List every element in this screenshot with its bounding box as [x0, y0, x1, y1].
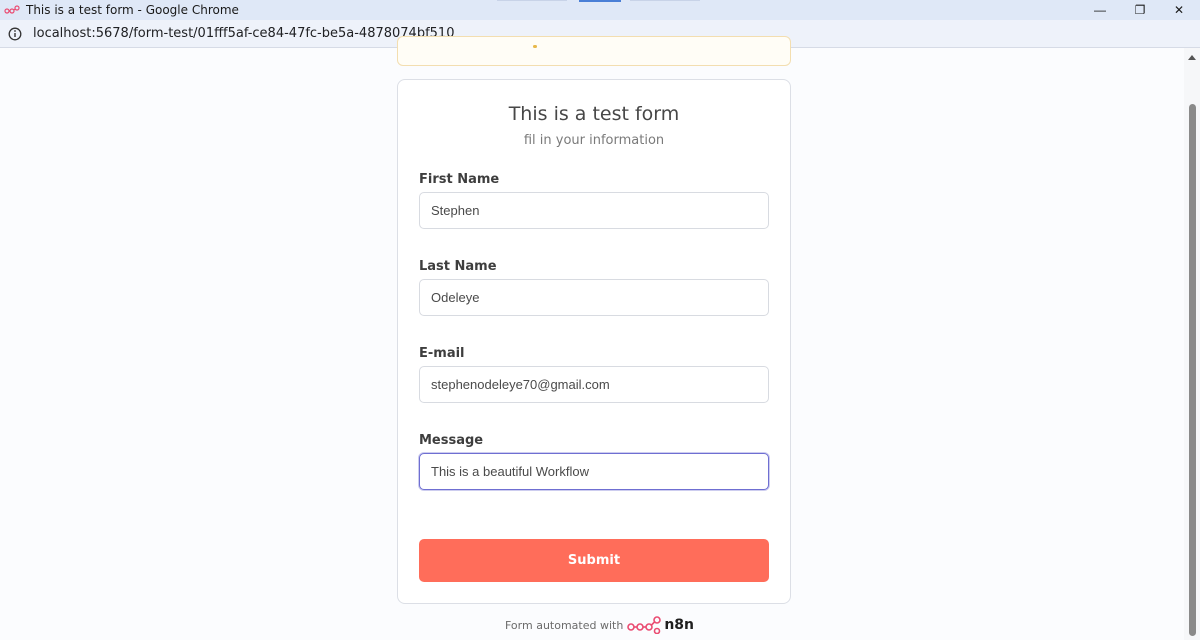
message-input[interactable]: This is a beautiful Workflow — [419, 453, 769, 490]
n8n-logo-icon[interactable] — [627, 616, 662, 634]
window-title-bar: This is a test form - Google Chrome — ❐ … — [0, 0, 1200, 20]
first-name-input[interactable]: Stephen — [419, 192, 769, 229]
scroll-up-button[interactable] — [1184, 50, 1200, 64]
notice-banner — [397, 36, 791, 66]
footer: Form automated with n8n — [505, 615, 694, 635]
restore-icon: ❐ — [1134, 3, 1146, 17]
first-name-label: First Name — [419, 172, 500, 187]
url-text[interactable]: localhost:5678/form-test/01fff5af-ce84-4… — [33, 26, 454, 41]
n8n-brand-text[interactable]: n8n — [664, 617, 694, 633]
active-tab-indicator[interactable] — [579, 0, 621, 2]
window-title: This is a test form - Google Chrome — [26, 3, 239, 17]
info-icon[interactable] — [8, 27, 22, 41]
tab-indicator — [630, 0, 700, 1]
form-card: This is a test form fil in your informat… — [397, 79, 791, 604]
notice-text-fragment — [533, 45, 537, 48]
minimize-icon: — — [1094, 3, 1106, 17]
scrollbar-thumb[interactable] — [1189, 104, 1196, 636]
submit-button[interactable]: Submit — [419, 539, 769, 582]
form-title: This is a test form — [508, 103, 680, 125]
chevron-up-icon — [1188, 54, 1196, 60]
n8n-favicon-icon — [4, 5, 20, 14]
close-button[interactable]: ✕ — [1156, 0, 1200, 20]
last-name-input[interactable]: Odeleye — [419, 279, 769, 316]
last-name-label: Last Name — [419, 259, 497, 274]
tab-indicator — [497, 0, 567, 1]
message-label: Message — [419, 433, 484, 448]
email-label: E-mail — [419, 346, 465, 361]
form-subtitle: fil in your information — [523, 133, 665, 148]
email-input[interactable]: stephenodeleye70@gmail.com — [419, 366, 769, 403]
close-icon: ✕ — [1173, 3, 1185, 17]
footer-text: Form automated with — [505, 618, 624, 632]
